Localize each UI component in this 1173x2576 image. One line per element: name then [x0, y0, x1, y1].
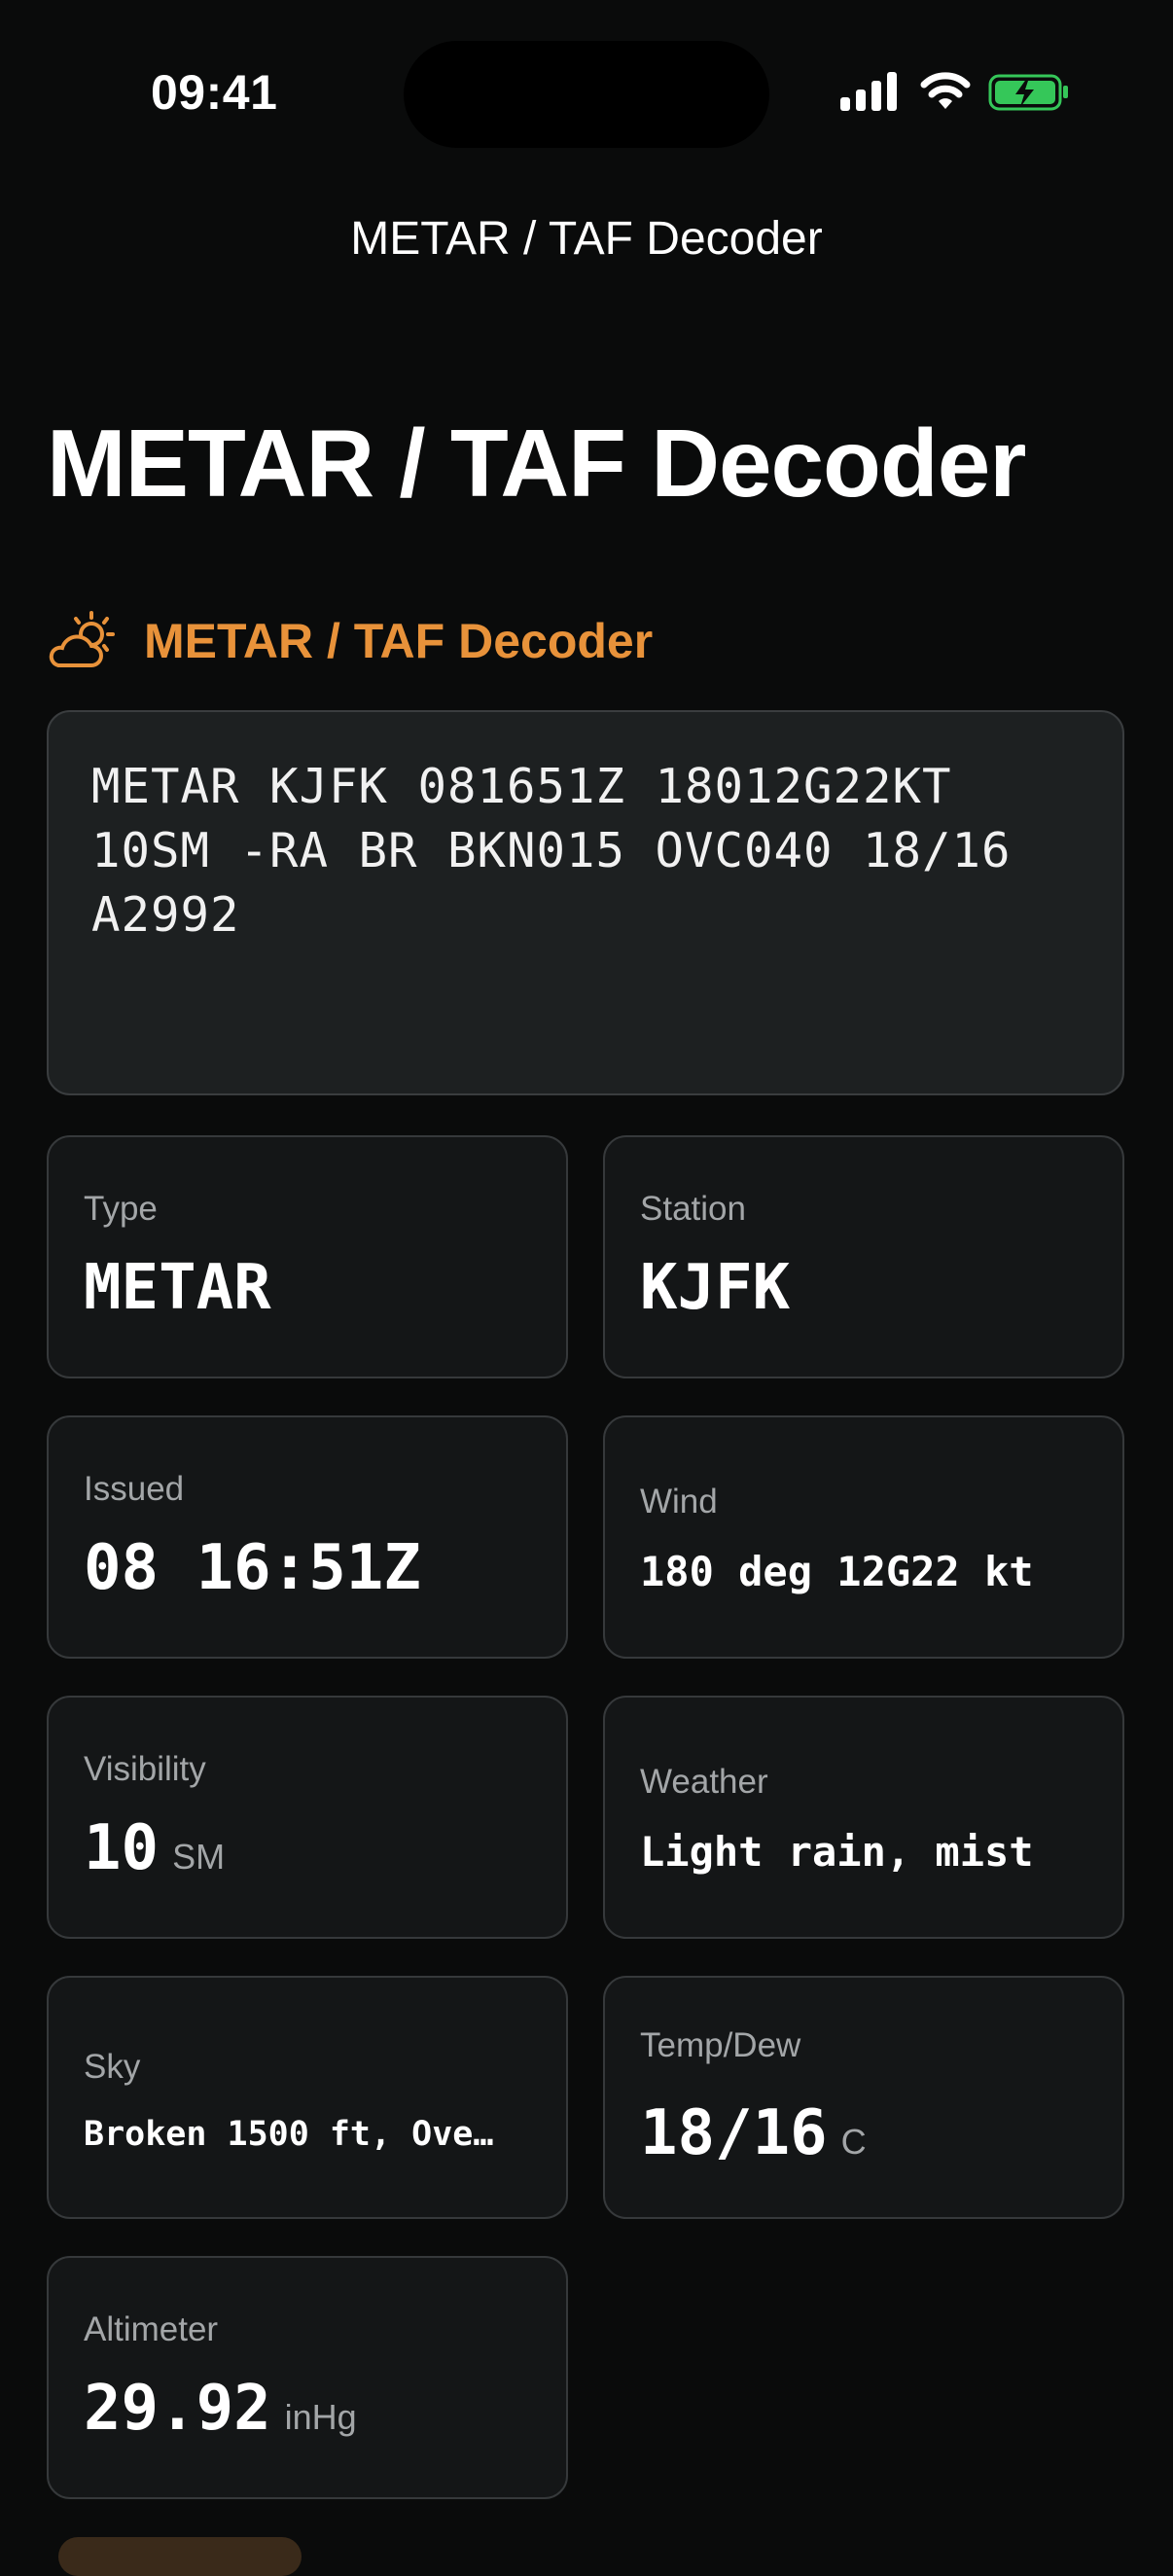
- dynamic-island: [404, 41, 769, 148]
- wind-label: Wind: [640, 1483, 718, 1521]
- temp-dew-value-row: 18/16 C: [640, 2097, 1093, 2169]
- type-card: Type METAR: [47, 1135, 568, 1378]
- station-card: Station KJFK: [603, 1135, 1124, 1378]
- partly-cloudy-sun-icon: [49, 611, 115, 667]
- type-value: METAR: [84, 1252, 271, 1324]
- type-label: Type: [84, 1190, 158, 1228]
- temp-dew-label: Temp/Dew: [640, 2026, 801, 2064]
- issued-card: Issued 08 16:51Z: [47, 1415, 568, 1659]
- status-time: 09:41: [151, 65, 278, 120]
- bottom-button-partial[interactable]: [58, 2537, 302, 2576]
- altimeter-label: Altimeter: [84, 2310, 219, 2348]
- visibility-unit: SM: [172, 1837, 226, 1877]
- weather-label: Weather: [640, 1763, 768, 1801]
- temp-dew-unit: C: [840, 2122, 867, 2162]
- wind-card: Wind 180 deg 12G22 kt: [603, 1415, 1124, 1659]
- issued-value: 08 16:51Z: [84, 1532, 421, 1604]
- temp-dew-value: 18/16: [640, 2097, 828, 2169]
- altimeter-value-row: 29.92 inHg: [84, 2373, 537, 2445]
- sky-label: Sky: [84, 2048, 141, 2086]
- altimeter-card: Altimeter 29.92 inHg: [47, 2256, 568, 2499]
- temp-dew-card: Temp/Dew 18/16 C: [603, 1976, 1124, 2219]
- visibility-value: 10: [84, 1812, 160, 1884]
- visibility-label: Visibility: [84, 1750, 206, 1788]
- weather-value: Light rain, mist: [640, 1828, 1034, 1876]
- station-value: KJFK: [640, 1252, 791, 1324]
- wifi-icon: [920, 72, 971, 109]
- altimeter-value: 29.92: [84, 2373, 271, 2445]
- status-bar: 09:41: [0, 0, 1173, 195]
- weather-card: Weather Light rain, mist: [603, 1696, 1124, 1939]
- raw-report-input[interactable]: METAR KJFK 081651Z 18012G22KT 10SM -RA B…: [47, 710, 1124, 1095]
- visibility-value-row: 10 SM: [84, 1812, 537, 1884]
- nav-title: METAR / TAF Decoder: [350, 213, 823, 265]
- wind-value: 180 deg 12G22 kt: [640, 1548, 1034, 1595]
- altimeter-unit: inHg: [284, 2397, 357, 2437]
- section-label: METAR / TAF Decoder: [144, 614, 654, 668]
- page-title: METAR / TAF Decoder: [47, 410, 1026, 517]
- station-label: Station: [640, 1190, 746, 1228]
- section-header: METAR / TAF Decoder: [47, 607, 653, 675]
- sky-card: Sky Broken 1500 ft, Ove…: [47, 1976, 568, 2219]
- battery-charging-icon: [988, 74, 1068, 111]
- issued-label: Issued: [84, 1470, 185, 1508]
- cellular-signal-icon: [840, 72, 897, 111]
- sky-value: Broken 1500 ft, Ove…: [84, 2115, 494, 2154]
- visibility-card: Visibility 10 SM: [47, 1696, 568, 1939]
